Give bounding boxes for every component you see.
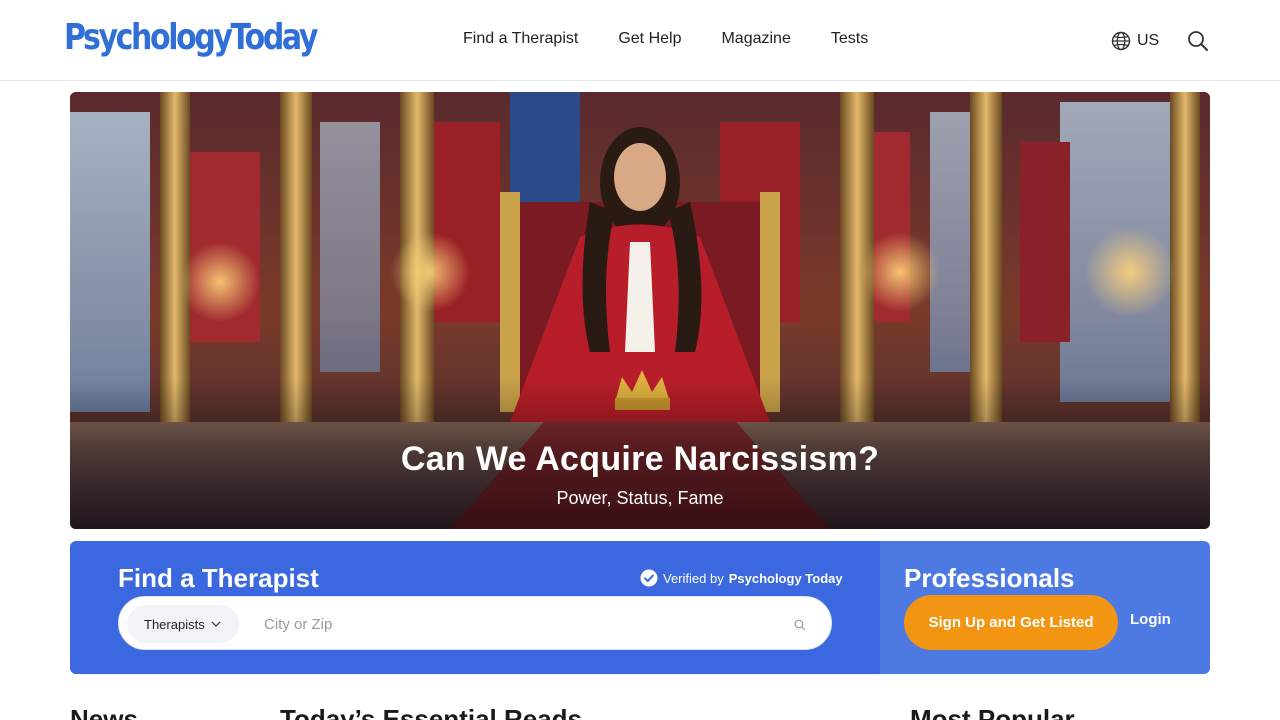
site-header: PsychologyToday Find a Therapist Get Hel… [0, 0, 1280, 81]
hero-feature[interactable]: Can We Acquire Narcissism? Power, Status… [70, 92, 1210, 529]
essential-reads-heading: Today’s Essential Reads [280, 704, 583, 720]
hero-subtitle: Power, Status, Fame [556, 488, 724, 508]
professionals-title: Professionals [904, 563, 1075, 593]
locale-selector[interactable]: US [1111, 31, 1159, 51]
sign-up-button[interactable]: Sign Up and Get Listed [904, 595, 1118, 650]
find-therapist-title: Find a Therapist [118, 563, 319, 593]
most-popular-heading: Most Popular [910, 704, 1075, 720]
search-icon[interactable] [794, 619, 806, 631]
nav-tests[interactable]: Tests [831, 30, 868, 48]
professionals-panel: Professionals Sign Up and Get Listed Log… [880, 541, 1210, 674]
nav-get-help[interactable]: Get Help [618, 30, 681, 48]
nav-magazine[interactable]: Magazine [721, 30, 790, 48]
chevron-down-icon [211, 621, 221, 627]
globe-icon [1111, 31, 1131, 51]
verified-badge: Verified by Psychology Today [640, 569, 843, 587]
login-link[interactable]: Login [1130, 611, 1171, 628]
search-icon[interactable] [1187, 30, 1209, 52]
verified-brand: Psychology Today [728, 570, 843, 586]
provider-type-value: Therapists [144, 616, 205, 632]
hero-title[interactable]: Can We Acquire Narcissism? [70, 440, 1210, 479]
find-therapist-panel: Find a Therapist Verified by Psychology … [70, 541, 880, 674]
main-nav: Find a Therapist Get Help Magazine Tests [463, 30, 868, 48]
verified-check-icon [640, 569, 658, 587]
city-zip-input[interactable] [264, 609, 764, 639]
verified-prefix: Verified by [663, 570, 724, 586]
therapist-search-box: Therapists [118, 596, 832, 650]
psychology-today-logo[interactable]: PsychologyToday [64, 17, 318, 71]
provider-type-dropdown[interactable]: Therapists [127, 605, 239, 643]
news-heading: News [70, 704, 138, 720]
locale-label: US [1137, 32, 1160, 49]
nav-find-a-therapist[interactable]: Find a Therapist [463, 30, 578, 48]
